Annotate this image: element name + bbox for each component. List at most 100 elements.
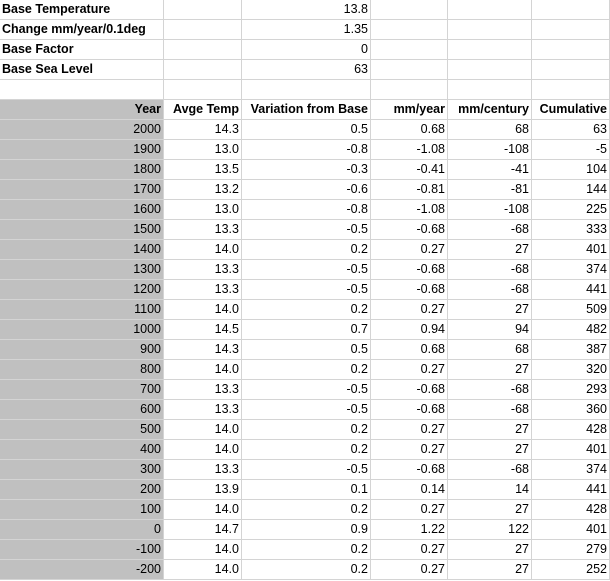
mm-year-cell[interactable]: -1.08 bbox=[371, 140, 448, 160]
variation-cell[interactable]: 0.5 bbox=[242, 120, 371, 140]
mm-year-cell[interactable]: 0.14 bbox=[371, 480, 448, 500]
variation-cell[interactable]: -0.5 bbox=[242, 260, 371, 280]
avge-temp-cell[interactable]: 13.3 bbox=[164, 280, 242, 300]
variation-cell[interactable]: -0.5 bbox=[242, 280, 371, 300]
mm-year-cell[interactable]: -0.68 bbox=[371, 260, 448, 280]
param-label[interactable]: Base Factor bbox=[0, 40, 164, 60]
empty-cell[interactable] bbox=[371, 0, 448, 20]
year-cell[interactable]: 1100 bbox=[0, 300, 164, 320]
cumulative-cell[interactable]: 441 bbox=[532, 280, 610, 300]
avge-temp-cell[interactable]: 14.3 bbox=[164, 340, 242, 360]
year-cell[interactable]: 2000 bbox=[0, 120, 164, 140]
mm-year-cell[interactable]: -0.68 bbox=[371, 220, 448, 240]
mm-year-cell[interactable]: 0.27 bbox=[371, 560, 448, 580]
avge-temp-cell[interactable]: 13.3 bbox=[164, 400, 242, 420]
mm-century-cell[interactable]: -68 bbox=[448, 380, 532, 400]
year-cell[interactable]: 1800 bbox=[0, 160, 164, 180]
cumulative-cell[interactable]: 482 bbox=[532, 320, 610, 340]
variation-cell[interactable]: 0.2 bbox=[242, 300, 371, 320]
param-value[interactable]: 63 bbox=[242, 60, 371, 80]
year-cell[interactable]: -100 bbox=[0, 540, 164, 560]
variation-cell[interactable]: 0.7 bbox=[242, 320, 371, 340]
avge-temp-cell[interactable]: 13.2 bbox=[164, 180, 242, 200]
empty-cell[interactable] bbox=[532, 0, 610, 20]
cumulative-cell[interactable]: 401 bbox=[532, 520, 610, 540]
avge-temp-cell[interactable]: 14.3 bbox=[164, 120, 242, 140]
variation-cell[interactable]: -0.5 bbox=[242, 380, 371, 400]
header-variation[interactable]: Variation from Base bbox=[242, 100, 371, 120]
mm-century-cell[interactable]: 27 bbox=[448, 500, 532, 520]
avge-temp-cell[interactable]: 13.0 bbox=[164, 200, 242, 220]
mm-century-cell[interactable]: -68 bbox=[448, 260, 532, 280]
empty-cell[interactable] bbox=[532, 40, 610, 60]
cumulative-cell[interactable]: 428 bbox=[532, 500, 610, 520]
variation-cell[interactable]: 0.2 bbox=[242, 500, 371, 520]
mm-century-cell[interactable]: 27 bbox=[448, 560, 532, 580]
year-cell[interactable]: 1000 bbox=[0, 320, 164, 340]
empty-cell[interactable] bbox=[448, 60, 532, 80]
empty-cell[interactable] bbox=[532, 60, 610, 80]
avge-temp-cell[interactable]: 14.0 bbox=[164, 300, 242, 320]
empty-cell[interactable] bbox=[448, 80, 532, 100]
mm-century-cell[interactable]: -41 bbox=[448, 160, 532, 180]
cumulative-cell[interactable]: 333 bbox=[532, 220, 610, 240]
empty-cell[interactable] bbox=[164, 80, 242, 100]
empty-cell[interactable] bbox=[371, 40, 448, 60]
year-cell[interactable]: -200 bbox=[0, 560, 164, 580]
year-cell[interactable]: 1400 bbox=[0, 240, 164, 260]
variation-cell[interactable]: 0.5 bbox=[242, 340, 371, 360]
avge-temp-cell[interactable]: 14.0 bbox=[164, 560, 242, 580]
variation-cell[interactable]: 0.1 bbox=[242, 480, 371, 500]
header-cumulative[interactable]: Cumulative bbox=[532, 100, 610, 120]
year-cell[interactable]: 500 bbox=[0, 420, 164, 440]
mm-century-cell[interactable]: -68 bbox=[448, 400, 532, 420]
mm-year-cell[interactable]: -0.68 bbox=[371, 400, 448, 420]
year-cell[interactable]: 600 bbox=[0, 400, 164, 420]
avge-temp-cell[interactable]: 14.0 bbox=[164, 240, 242, 260]
variation-cell[interactable]: 0.2 bbox=[242, 420, 371, 440]
mm-year-cell[interactable]: 0.27 bbox=[371, 420, 448, 440]
mm-century-cell[interactable]: -108 bbox=[448, 140, 532, 160]
variation-cell[interactable]: -0.5 bbox=[242, 220, 371, 240]
variation-cell[interactable]: -0.3 bbox=[242, 160, 371, 180]
cumulative-cell[interactable]: 401 bbox=[532, 240, 610, 260]
mm-year-cell[interactable]: 0.27 bbox=[371, 500, 448, 520]
empty-cell[interactable] bbox=[371, 60, 448, 80]
avge-temp-cell[interactable]: 14.0 bbox=[164, 540, 242, 560]
avge-temp-cell[interactable]: 13.0 bbox=[164, 140, 242, 160]
mm-year-cell[interactable]: -0.41 bbox=[371, 160, 448, 180]
variation-cell[interactable]: 0.9 bbox=[242, 520, 371, 540]
empty-cell[interactable] bbox=[532, 20, 610, 40]
avge-temp-cell[interactable]: 13.3 bbox=[164, 220, 242, 240]
mm-century-cell[interactable]: 68 bbox=[448, 340, 532, 360]
avge-temp-cell[interactable]: 14.7 bbox=[164, 520, 242, 540]
variation-cell[interactable]: 0.2 bbox=[242, 540, 371, 560]
cumulative-cell[interactable]: 144 bbox=[532, 180, 610, 200]
mm-year-cell[interactable]: -0.68 bbox=[371, 460, 448, 480]
variation-cell[interactable]: -0.5 bbox=[242, 400, 371, 420]
avge-temp-cell[interactable]: 13.3 bbox=[164, 460, 242, 480]
mm-century-cell[interactable]: 27 bbox=[448, 420, 532, 440]
cumulative-cell[interactable]: 360 bbox=[532, 400, 610, 420]
cumulative-cell[interactable]: 225 bbox=[532, 200, 610, 220]
mm-year-cell[interactable]: 0.27 bbox=[371, 300, 448, 320]
empty-cell[interactable] bbox=[164, 60, 242, 80]
mm-century-cell[interactable]: 27 bbox=[448, 360, 532, 380]
empty-cell[interactable] bbox=[371, 20, 448, 40]
variation-cell[interactable]: -0.8 bbox=[242, 200, 371, 220]
param-value[interactable]: 1.35 bbox=[242, 20, 371, 40]
mm-year-cell[interactable]: 0.68 bbox=[371, 340, 448, 360]
cumulative-cell[interactable]: 63 bbox=[532, 120, 610, 140]
cumulative-cell[interactable]: 509 bbox=[532, 300, 610, 320]
mm-century-cell[interactable]: 68 bbox=[448, 120, 532, 140]
mm-century-cell[interactable]: 27 bbox=[448, 440, 532, 460]
empty-cell[interactable] bbox=[164, 40, 242, 60]
mm-century-cell[interactable]: -68 bbox=[448, 280, 532, 300]
mm-century-cell[interactable]: -81 bbox=[448, 180, 532, 200]
cumulative-cell[interactable]: 293 bbox=[532, 380, 610, 400]
year-cell[interactable]: 1700 bbox=[0, 180, 164, 200]
mm-year-cell[interactable]: 0.27 bbox=[371, 240, 448, 260]
year-cell[interactable]: 1900 bbox=[0, 140, 164, 160]
mm-century-cell[interactable]: 27 bbox=[448, 240, 532, 260]
avge-temp-cell[interactable]: 13.5 bbox=[164, 160, 242, 180]
